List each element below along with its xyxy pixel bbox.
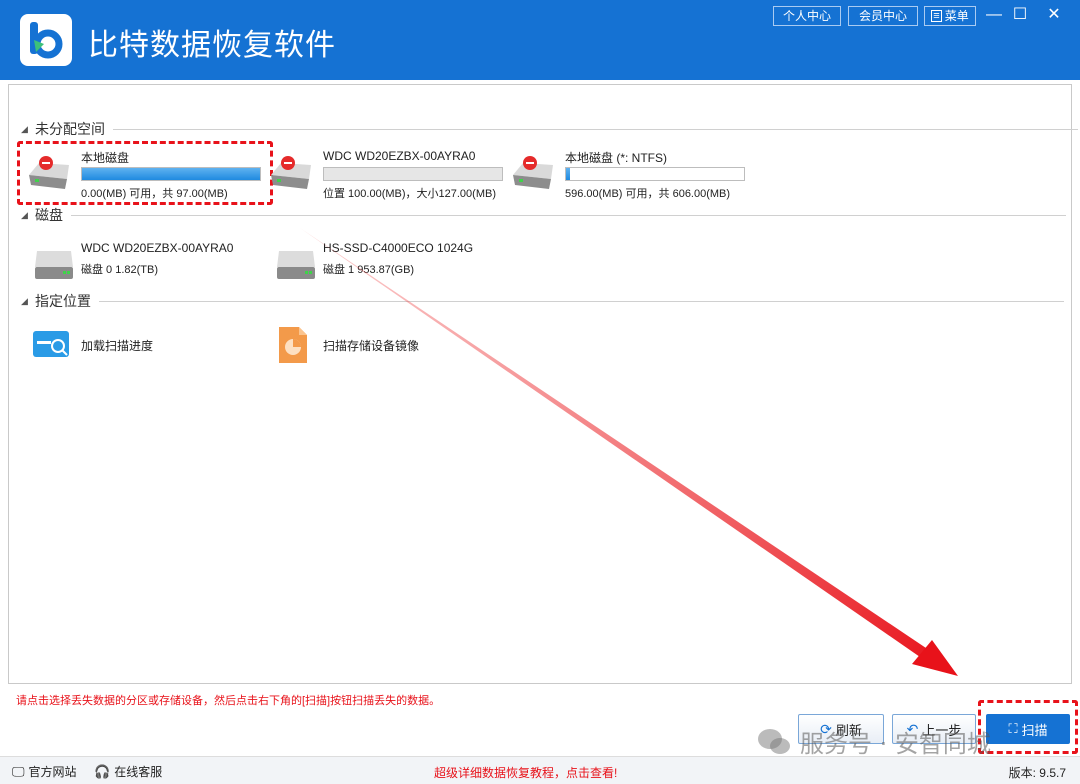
section-divider	[71, 214, 1066, 216]
capacity-fill	[566, 168, 570, 180]
title-bar: 比特数据恢复软件 个人中心 会员中心 ≡ 菜单 — ☐ ✕	[0, 0, 1080, 80]
status-bar: 🖵 官方网站 🎧 在线客服 超级详细数据恢复教程，点击查看! 版本: 9.5.7	[0, 756, 1080, 784]
selection-highlight	[17, 141, 273, 205]
device-list-panel: ◢ 未分配空间 本地磁盘 0.00(MB) 可用，共 97.00(MB) WDC…	[8, 84, 1078, 684]
partition-drive-icon	[509, 153, 555, 193]
collapse-triangle-icon[interactable]: ◢	[21, 296, 35, 307]
partition-info: 位置 100.00(MB)，大小127.00(MB)	[323, 188, 496, 200]
close-icon[interactable]: ✕	[1042, 4, 1066, 26]
partition-name: WDC WD20EZBX-00AYRA0	[323, 149, 476, 163]
section-divider	[99, 300, 1064, 302]
partition-drive-icon	[267, 153, 313, 193]
section-disks-label: 磁盘	[35, 207, 63, 223]
refresh-label: 刷新	[835, 722, 862, 738]
collapse-triangle-icon[interactable]: ◢	[21, 210, 35, 221]
back-icon: ↶	[906, 720, 919, 737]
scan-image-item[interactable]: 扫描存储设备镜像	[273, 325, 473, 365]
refresh-icon: ⟳	[820, 720, 832, 737]
collapse-triangle-icon[interactable]: ◢	[21, 124, 35, 135]
app-logo	[20, 14, 72, 66]
disk-image-icon	[273, 325, 319, 365]
partition-item-ntfs[interactable]: 本地磁盘 (*: NTFS) 596.00(MB) 可用，共 606.00(MB…	[509, 149, 749, 205]
refresh-button[interactable]: ⟳ 刷新	[798, 714, 884, 744]
personal-center-button[interactable]: 个人中心	[773, 6, 841, 26]
section-disks[interactable]: ◢ 磁盘	[21, 205, 1066, 225]
disk-item-wdc[interactable]: WDC WD20EZBX-00AYRA0 磁盘 0 1.82(TB)	[31, 241, 261, 297]
online-support-link[interactable]: 🎧 在线客服	[94, 763, 162, 780]
app-title: 比特数据恢复软件	[88, 28, 336, 63]
partition-name: 本地磁盘 (*: NTFS)	[565, 151, 667, 165]
disk-info: 磁盘 0 1.82(TB)	[81, 264, 159, 276]
official-website-link[interactable]: 🖵 官方网站	[12, 763, 77, 780]
back-button[interactable]: ↶ 上一步	[892, 714, 976, 744]
hard-disk-icon	[273, 245, 319, 285]
version-label: 版本: 9.5.7	[1008, 766, 1066, 780]
load-scan-progress-label: 加载扫描进度	[81, 339, 154, 353]
section-location-label: 指定位置	[35, 293, 91, 309]
online-support-label: 在线客服	[114, 765, 163, 779]
scan-button-highlight	[978, 700, 1078, 754]
load-scan-progress-item[interactable]: 加载扫描进度	[31, 325, 231, 365]
disk-name: WDC WD20EZBX-00AYRA0	[81, 241, 234, 255]
back-label: 上一步	[922, 722, 962, 738]
section-unallocated[interactable]: ◢ 未分配空间	[21, 119, 1078, 139]
instruction-hint: 请点击选择丢失数据的分区或存储设备，然后点击右下角的[扫描]按钮扫描丢失的数据。	[16, 695, 441, 707]
minimize-icon[interactable]: —	[982, 4, 1006, 26]
official-website-label: 官方网站	[28, 765, 77, 779]
capacity-bar	[565, 167, 745, 181]
partition-item-wdc[interactable]: WDC WD20EZBX-00AYRA0 位置 100.00(MB)，大小127…	[267, 149, 507, 205]
hard-disk-icon	[31, 245, 77, 285]
load-progress-icon	[31, 327, 77, 367]
section-location[interactable]: ◢ 指定位置	[21, 291, 1064, 311]
menu-label: 菜单	[944, 9, 969, 23]
partition-info: 596.00(MB) 可用，共 606.00(MB)	[565, 188, 731, 200]
menu-button[interactable]: ≡ 菜单	[924, 6, 976, 26]
capacity-bar	[323, 167, 503, 181]
tutorial-link[interactable]: 超级详细数据恢复教程，点击查看!	[434, 764, 617, 781]
disk-name: HS-SSD-C4000ECO 1024G	[323, 241, 474, 255]
headset-icon: 🎧	[94, 763, 111, 779]
disk-info: 磁盘 1 953.87(GB)	[323, 264, 415, 276]
member-center-button[interactable]: 会员中心	[848, 6, 918, 26]
menu-icon: ≡	[931, 10, 942, 22]
wechat-icon	[758, 728, 790, 754]
scan-image-label: 扫描存储设备镜像	[323, 339, 420, 353]
monitor-icon: 🖵	[12, 763, 25, 779]
disk-item-hs-ssd[interactable]: HS-SSD-C4000ECO 1024G 磁盘 1 953.87(GB)	[273, 241, 503, 297]
section-divider	[113, 128, 1078, 130]
maximize-icon[interactable]: ☐	[1008, 4, 1032, 26]
section-unallocated-label: 未分配空间	[35, 121, 105, 137]
